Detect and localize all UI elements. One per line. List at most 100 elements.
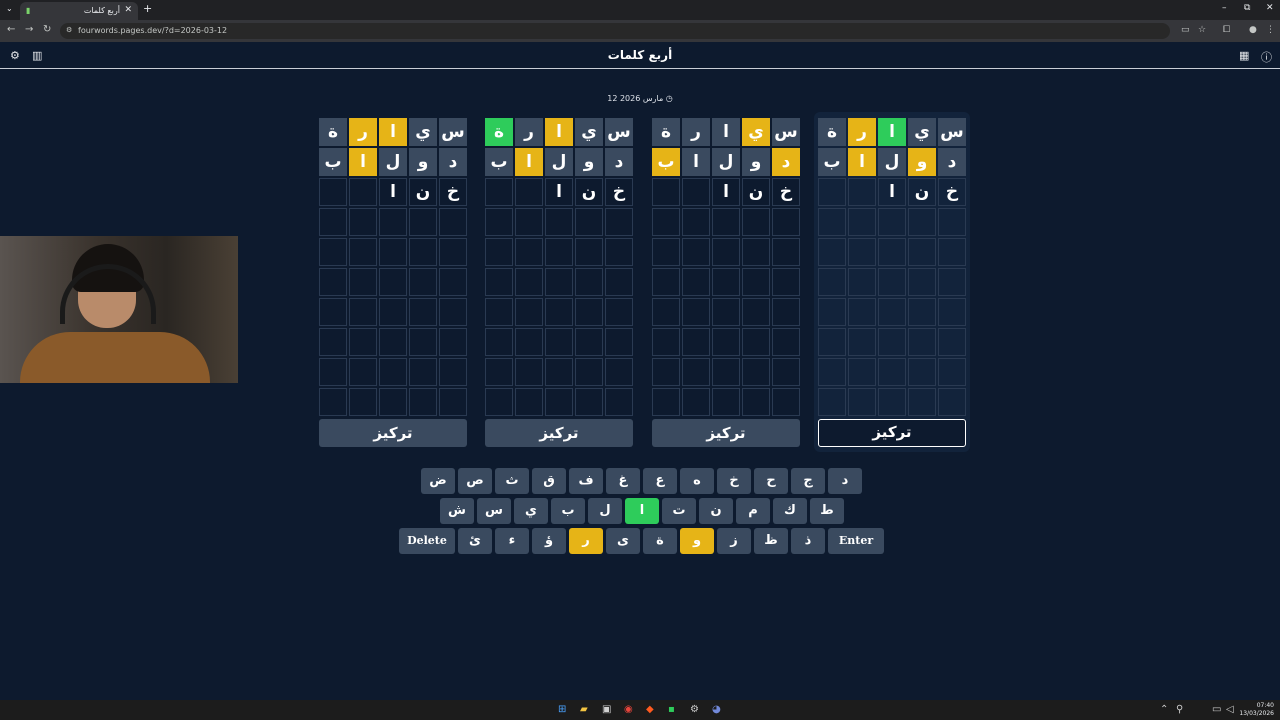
board-cell: [439, 388, 467, 416]
letter-key[interactable]: ئ: [458, 528, 492, 554]
letter-key[interactable]: ن: [699, 498, 733, 524]
clock-date: 13/03/2026: [1239, 710, 1274, 717]
letter-key[interactable]: ق: [532, 468, 566, 494]
letter-key[interactable]: ط: [810, 498, 844, 524]
focus-button-board-4[interactable]: تركيز: [319, 419, 467, 447]
browser-tab[interactable]: ▮ أربع كلمات ✕: [20, 2, 138, 20]
board-cell: [349, 328, 377, 356]
discord-icon[interactable]: ◕: [712, 704, 721, 715]
tray-expand-icon[interactable]: ⌃: [1160, 704, 1168, 715]
focus-button-board-2[interactable]: تركيز: [652, 419, 800, 447]
letter-key[interactable]: ك: [773, 498, 807, 524]
letter-key[interactable]: ل: [588, 498, 622, 524]
board-cell: [682, 238, 710, 266]
board-cell: ا: [712, 178, 740, 206]
board-cell: خ: [772, 178, 800, 206]
volume-icon[interactable]: ◁: [1226, 704, 1234, 715]
letter-key[interactable]: ث: [495, 468, 529, 494]
app-settings-icon[interactable]: ⚙: [690, 704, 699, 715]
calendar-icon[interactable]: ▦: [1239, 49, 1249, 62]
board-cell: [575, 268, 603, 296]
info-icon[interactable]: ⓘ: [1261, 49, 1272, 65]
letter-key[interactable]: ج: [791, 468, 825, 494]
focus-button-board-3[interactable]: تركيز: [485, 419, 633, 447]
board-cell: [772, 388, 800, 416]
board-cell: [848, 268, 876, 296]
letter-key[interactable]: ز: [717, 528, 751, 554]
reload-icon[interactable]: ↻: [43, 24, 51, 35]
board-cell: ة: [818, 118, 846, 146]
letter-key[interactable]: ع: [643, 468, 677, 494]
back-icon[interactable]: ←: [7, 24, 15, 35]
mic-icon[interactable]: ⚲: [1176, 704, 1183, 715]
start-menu-icon[interactable]: ⊞: [558, 704, 566, 715]
profile-avatar-icon[interactable]: ●: [1249, 25, 1257, 35]
brave-icon[interactable]: ◆: [646, 704, 654, 715]
board-cell: [319, 328, 347, 356]
install-app-icon[interactable]: ▭: [1181, 25, 1190, 35]
letter-key[interactable]: ا: [625, 498, 659, 524]
letter-key[interactable]: غ: [606, 468, 640, 494]
letter-key[interactable]: ش: [440, 498, 474, 524]
letter-key[interactable]: ف: [569, 468, 603, 494]
letter-key[interactable]: ؤ: [532, 528, 566, 554]
board-cell: [605, 208, 633, 236]
letter-key[interactable]: ي: [514, 498, 548, 524]
board-cell: [545, 328, 573, 356]
board-cell: ر: [349, 118, 377, 146]
board-cell: [848, 358, 876, 386]
store-icon[interactable]: ▣: [602, 704, 611, 715]
file-explorer-icon[interactable]: ▰: [580, 704, 588, 715]
focus-button-board-1[interactable]: تركيز: [818, 419, 966, 447]
letter-key[interactable]: ذ: [791, 528, 825, 554]
letter-key[interactable]: ص: [458, 468, 492, 494]
letter-key[interactable]: و: [680, 528, 714, 554]
restore-icon[interactable]: ⧉: [1244, 3, 1250, 13]
board-cell: [515, 298, 543, 326]
system-clock[interactable]: 07:40 13/03/2026: [1239, 702, 1274, 718]
board-cell: ا: [878, 118, 906, 146]
app-green-icon[interactable]: ▪: [668, 704, 675, 715]
letter-key[interactable]: خ: [717, 468, 751, 494]
extensions-icon[interactable]: ⧠: [1223, 25, 1230, 35]
board-cell: [818, 208, 846, 236]
letter-key[interactable]: ة: [643, 528, 677, 554]
letter-key[interactable]: ح: [754, 468, 788, 494]
network-icon[interactable]: ▭: [1212, 704, 1221, 715]
board-cell: [652, 208, 680, 236]
board-cell: [409, 208, 437, 236]
site-info-icon[interactable]: ⚙: [66, 26, 72, 34]
url-field[interactable]: ⚙ fourwords.pages.dev/?d=2026-03-12: [60, 23, 1170, 39]
letter-key[interactable]: ر: [569, 528, 603, 554]
board-cell: [908, 358, 936, 386]
new-tab-icon[interactable]: +: [143, 2, 152, 15]
tab-search-icon[interactable]: ⌄: [6, 4, 13, 13]
letter-key[interactable]: س: [477, 498, 511, 524]
letter-key[interactable]: ظ: [754, 528, 788, 554]
browser-menu-icon[interactable]: ⋮: [1266, 25, 1275, 35]
close-tab-icon[interactable]: ✕: [124, 5, 132, 15]
board-cell: [772, 328, 800, 356]
letter-key[interactable]: د: [828, 468, 862, 494]
board-cell: [349, 268, 377, 296]
letter-key[interactable]: ه: [680, 468, 714, 494]
chrome-icon[interactable]: ◉: [624, 704, 633, 715]
close-window-icon[interactable]: ✕: [1266, 3, 1274, 13]
board-cell: [652, 358, 680, 386]
minimize-icon[interactable]: –: [1222, 3, 1227, 13]
delete-key[interactable]: Delete: [399, 528, 455, 554]
letter-key[interactable]: ء: [495, 528, 529, 554]
letter-key[interactable]: ض: [421, 468, 455, 494]
letter-key[interactable]: ت: [662, 498, 696, 524]
board-cell: س: [772, 118, 800, 146]
letter-key[interactable]: ى: [606, 528, 640, 554]
forward-icon[interactable]: →: [25, 24, 33, 35]
enter-key[interactable]: Enter: [828, 528, 884, 554]
bookmark-star-icon[interactable]: ☆: [1198, 25, 1206, 35]
board-cell: [772, 298, 800, 326]
board-cell: ب: [319, 148, 347, 176]
board-cell: [848, 388, 876, 416]
board-cell: [439, 208, 467, 236]
letter-key[interactable]: م: [736, 498, 770, 524]
letter-key[interactable]: ب: [551, 498, 585, 524]
